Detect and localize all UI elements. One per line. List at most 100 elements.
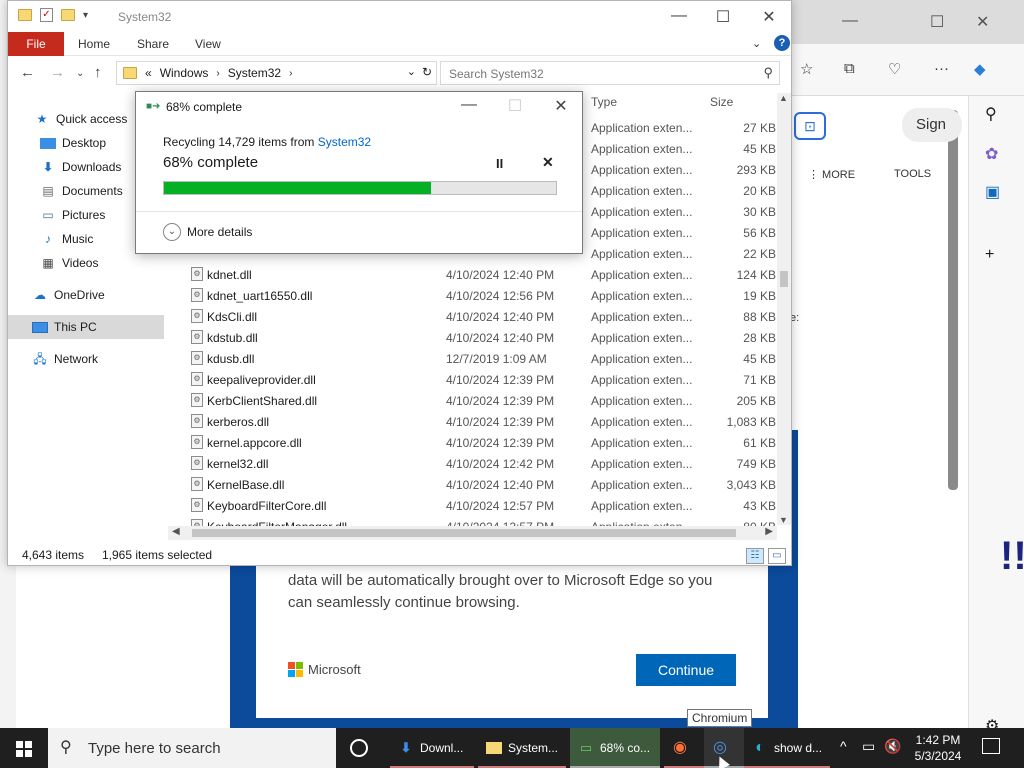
file-row[interactable]: ⚙ kdnet.dll 4/10/2024 12:40 PM Application … [186,264,776,285]
scroll-down-icon[interactable]: ▼ [779,515,788,525]
sign-in-button[interactable]: Sign [902,108,962,142]
taskbar-app-label: show d... [774,741,823,755]
taskbar-search[interactable]: ⚲ Type here to search [48,728,336,768]
help-icon[interactable]: ? [774,35,790,51]
breadcrumb-overflow[interactable]: « [145,66,152,80]
file-row[interactable]: ⚙ KernelBase.dll 4/10/2024 12:40 PM Applica… [186,474,776,495]
more-icon[interactable]: ··· [934,60,949,77]
nav-videos[interactable]: ▦ Videos [8,251,164,275]
scroll-left-icon[interactable]: ◀ [172,526,180,537]
more-details-toggle[interactable]: ⌄ More details [163,223,252,241]
search-icon[interactable]: ⚲ [985,104,997,124]
maximize-icon[interactable]: ☐ [930,12,944,32]
vertical-scrollbar[interactable]: ▲ ▼ [777,93,791,525]
collections-icon[interactable]: ⧉ [844,60,855,77]
nav-this-pc[interactable]: This PC [8,315,164,339]
horizontal-scrollbar[interactable]: ◀ ▶ [168,526,777,540]
refresh-icon[interactable]: ↻ [422,65,432,79]
chevron-right-icon[interactable]: › [216,68,219,79]
back-icon[interactable]: ← [20,64,35,81]
page-scrollbar[interactable] [948,110,958,490]
taskbar-app-system32[interactable]: System... [478,728,566,768]
scroll-right-icon[interactable]: ▶ [765,526,773,537]
nav-onedrive[interactable]: ☁ OneDrive [8,283,164,307]
tab-file[interactable]: File [8,32,64,56]
nav-label: Downloads [62,160,122,174]
close-button[interactable]: ✕ [754,7,784,27]
file-row[interactable]: ⚙ KerbClientShared.dll 4/10/2024 12:39 PM A… [186,390,776,411]
column-header-size[interactable]: Size [710,95,733,109]
tab-share[interactable]: Share [137,37,169,51]
up-icon[interactable]: ↑ [94,64,102,81]
file-row[interactable]: ⚙ KeyboardFilterCore.dll 4/10/2024 12:57 P… [186,495,776,516]
taskbar-app-edge[interactable]: ◐ show d... [744,728,830,768]
taskbar-app-firefox[interactable]: ◉ [664,728,704,768]
close-icon[interactable]: ✕ [976,12,989,32]
file-type: Application exten... [591,352,693,366]
search-input[interactable]: Search System32 ⚲ [440,61,780,85]
cancel-button[interactable]: ✕ [542,154,554,171]
file-name: KerbClientShared.dll [207,394,318,408]
scroll-thumb[interactable] [780,271,788,287]
address-dropdown-icon[interactable]: ⌄ [407,65,416,78]
system-clock[interactable]: 1:42 PM 5/3/2024 [906,732,970,764]
file-row[interactable]: ⚙ kernel.appcore.dll 4/10/2024 12:39 PM App… [186,432,776,453]
new-folder-icon[interactable] [61,9,75,21]
favorites-icon[interactable]: ☆ [800,60,813,78]
start-button[interactable] [0,728,48,768]
large-icons-view-icon[interactable]: ▭ [768,548,786,564]
file-row[interactable]: ⚙ KdsCli.dll 4/10/2024 12:40 PM Application… [186,306,776,327]
volume-muted-icon[interactable]: 🔇 [884,738,901,755]
web-nav-more[interactable]: ⋮ MORE [808,168,855,181]
copilot-icon[interactable]: ◆ [974,60,986,78]
file-row[interactable]: ⚙ kdusb.dll 12/7/2019 1:09 AM Application e… [186,348,776,369]
nav-network[interactable]: 🖧 Network [8,347,164,371]
minimize-button[interactable]: — [454,96,484,114]
file-row[interactable]: ⚙ kernel32.dll 4/10/2024 12:42 PM Applicati… [186,453,776,474]
maximize-button[interactable]: ☐ [708,7,738,27]
file-name: kdusb.dll [207,352,255,366]
expand-ribbon-icon[interactable]: ⌄ [752,37,761,50]
chevron-up-icon[interactable]: ^ [840,738,847,754]
desktop-icon [40,137,56,149]
recent-locations-icon[interactable]: ⌄ [76,68,84,79]
column-header-type[interactable]: Type [591,95,617,109]
tab-view[interactable]: View [195,37,221,51]
pause-button[interactable]: II [496,156,503,171]
outlook-icon[interactable]: ▣ [985,182,1000,202]
visual-search-button[interactable]: ⊡ [794,112,826,140]
breadcrumb-system32[interactable]: System32 [228,66,281,80]
file-name: KernelBase.dll [207,478,285,492]
taskbar-app-progress[interactable]: ▭ 68% co... [570,728,660,768]
notification-icon[interactable] [982,738,1000,754]
minimize-button[interactable]: — [664,7,694,25]
task-view-icon[interactable] [350,739,368,757]
close-button[interactable]: ✕ [546,96,576,116]
scroll-up-icon[interactable]: ▲ [779,93,788,103]
address-bar[interactable]: « Windows › System32 › ⌄ ↻ [116,61,437,85]
customize-toolbar-icon[interactable]: ▾ [83,10,88,21]
scroll-thumb[interactable] [192,529,736,537]
copilot-sidebar-icon[interactable]: ✿ [985,144,998,164]
properties-icon[interactable]: ✓ [40,8,53,22]
network-tray-icon[interactable]: ▭ [862,738,875,755]
add-icon[interactable]: + [985,246,994,264]
details-view-icon[interactable]: ☷ [746,548,764,564]
minimize-icon[interactable]: — [842,12,858,30]
browser-essentials-icon[interactable]: ♡ [888,60,901,78]
file-row[interactable]: ⚙ kdstub.dll 4/10/2024 12:40 PM Application… [186,327,776,348]
windows-logo-icon [16,741,32,757]
forward-icon[interactable]: → [50,64,65,81]
file-row[interactable]: ⚙ kerberos.dll 4/10/2024 12:39 PM Applicati… [186,411,776,432]
breadcrumb-windows[interactable]: Windows [160,66,209,80]
taskbar-app-downloads[interactable]: ⬇ Downl... [390,728,474,768]
tab-home[interactable]: Home [78,37,110,51]
file-row[interactable]: ⚙ kdnet_uart16550.dll 4/10/2024 12:56 PM Ap… [186,285,776,306]
edge-sidebar: ⚲ ✿ ▣ + ⚙ [968,96,1024,735]
continue-button[interactable]: Continue [636,654,736,686]
file-row[interactable]: ⚙ keepaliveprovider.dll 4/10/2024 12:39 PM… [186,369,776,390]
chevron-right-icon[interactable]: › [289,68,292,79]
web-nav-tools[interactable]: TOOLS [894,168,931,180]
source-folder-link[interactable]: System32 [318,135,371,149]
file-size: 293 KB [736,163,776,177]
